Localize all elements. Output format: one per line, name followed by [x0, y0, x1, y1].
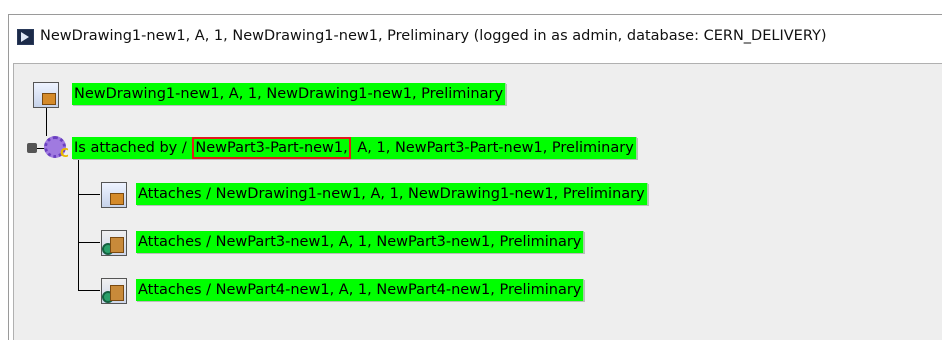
tree-connector [78, 242, 100, 243]
tree-node-grandchild-2[interactable]: Attaches / NewPart3-new1, A, 1, NewPart3… [136, 230, 585, 254]
tree-node-label: Attaches / NewPart3-new1, A, 1, NewPart3… [136, 231, 585, 253]
tree-connector [78, 160, 79, 290]
tree-pane[interactable]: NewDrawing1-new1, A, 1, NewDrawing1-new1… [13, 63, 942, 340]
tree-node-grandchild-3[interactable]: Attaches / NewPart4-new1, A, 1, NewPart4… [136, 278, 585, 302]
tree-node-grandchild-1[interactable]: Attaches / NewDrawing1-new1, A, 1, NewDr… [136, 182, 648, 206]
part-gear-icon: C [44, 134, 70, 160]
collapse-toggle-icon[interactable] [27, 143, 37, 153]
tree-connector [78, 290, 100, 291]
product-structure-window: NewDrawing1-new1, A, 1, NewDrawing1-new1… [8, 14, 942, 340]
part-document-icon [101, 230, 127, 256]
tree-node-label: Attaches / NewPart4-new1, A, 1, NewPart4… [136, 279, 585, 301]
highlighted-part-name: NewPart3-Part-new1, [192, 137, 351, 159]
tree-node-label: NewDrawing1-new1, A, 1, NewDrawing1-new1… [72, 83, 507, 105]
app-icon [17, 29, 34, 45]
tree-node-label: Is attached by / NewPart3-Part-new1, A, … [72, 137, 637, 159]
tree-connector [46, 108, 47, 136]
drawing-icon [101, 182, 127, 208]
title-bar: NewDrawing1-new1, A, 1, NewDrawing1-new1… [9, 15, 942, 53]
part-document-icon [101, 278, 127, 304]
tree-connector [78, 194, 100, 195]
drawing-icon [33, 82, 59, 108]
tree-node-root[interactable]: NewDrawing1-new1, A, 1, NewDrawing1-new1… [72, 82, 507, 106]
tree-node-label: Attaches / NewDrawing1-new1, A, 1, NewDr… [136, 183, 648, 205]
window-title: NewDrawing1-new1, A, 1, NewDrawing1-new1… [40, 28, 827, 44]
tree-node-child[interactable]: Is attached by / NewPart3-Part-new1, A, … [72, 136, 637, 160]
